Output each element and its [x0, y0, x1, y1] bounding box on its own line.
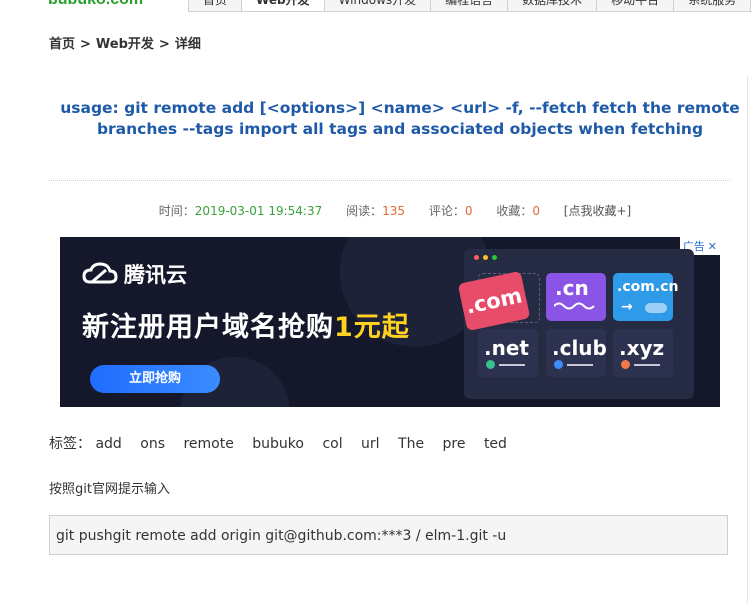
top-bar: bubuko.com 首页 Web开发 Windows开发 编程语言 数据库技术… [0, 0, 752, 12]
tag-link[interactable]: ted [484, 436, 507, 452]
breadcrumb-web-dev[interactable]: Web开发 [96, 37, 154, 52]
site-logo[interactable]: bubuko.com [48, 0, 143, 9]
tags-label: 标签： [49, 436, 91, 452]
tag-list: 标签： add ons remote bubuko col url The pr… [49, 433, 521, 453]
ad-domain-club: .club [546, 329, 607, 377]
ad-headline-text: 新注册用户域名抢购 [82, 312, 334, 343]
breadcrumb-separator: > [80, 37, 91, 52]
arrow-right-icon: → [621, 299, 633, 315]
cloud-logo-icon [82, 262, 118, 284]
breadcrumb-separator: > [158, 37, 170, 52]
tag-link[interactable]: bubuko [252, 436, 304, 452]
breadcrumb-home[interactable]: 首页 [49, 37, 75, 52]
ad-cta-button[interactable]: 立即抢购 [90, 365, 220, 393]
article-title: usage: git remote add [<options>] <name>… [60, 99, 740, 138]
comment-count: 0 [464, 204, 473, 218]
article-meta: 时间：2019-03-01 19:54:37 阅读：135 评论：0 收藏：0 … [0, 202, 752, 219]
tag-link[interactable]: pre [443, 436, 466, 452]
status-dot-icon [621, 360, 630, 369]
status-dot-icon [554, 360, 563, 369]
tag-link[interactable]: remote [183, 436, 233, 452]
tag-link[interactable]: url [361, 436, 380, 452]
breadcrumb: 首页 > Web开发 > 详细 [49, 33, 201, 52]
tag-link[interactable]: The [398, 436, 424, 452]
favorite-label: 收藏： [496, 204, 533, 218]
article-paragraph: 按照git官网提示输入 [49, 482, 170, 497]
breadcrumb-current: 详细 [174, 37, 201, 52]
read-count: 135 [382, 204, 405, 218]
title-divider [49, 180, 730, 181]
ad-domain-club-label: .club [552, 336, 607, 360]
tag-link[interactable]: col [322, 436, 342, 452]
toggle-icon [645, 303, 667, 313]
window-dots-icon [474, 255, 497, 260]
tag-link[interactable]: ons [140, 436, 165, 452]
publish-time: 2019-03-01 19:54:37 [194, 204, 323, 218]
ad-domain-xyz-label: .xyz [619, 336, 665, 360]
read-label: 阅读： [346, 204, 383, 218]
ad-brand-name: 腾讯云 [124, 263, 187, 287]
add-favorite-link[interactable]: [点我收藏+] [564, 204, 631, 218]
ad-domain-comcn: .com.cn → [613, 273, 678, 321]
tag-link[interactable]: add [95, 436, 121, 452]
time-label: 时间： [158, 204, 195, 218]
ad-domain-cn-label: .cn [555, 276, 589, 300]
text-line-icon [634, 364, 660, 366]
ad-brand: 腾讯云 [82, 259, 187, 289]
wave-icon [554, 302, 595, 310]
comment-label: 评论： [428, 204, 465, 218]
favorite-count: 0 [532, 204, 540, 218]
ad-domain-net-label: .net [484, 336, 529, 360]
code-block: git pushgit remote add origin git@github… [49, 515, 728, 555]
text-line-icon [567, 364, 593, 366]
ad-domain-xyz: .xyz [613, 329, 673, 377]
ad-headline-accent: 1元起 [334, 312, 410, 343]
ad-domain-comcn-label: .com.cn [617, 279, 679, 295]
close-icon[interactable]: ✕ [708, 240, 717, 253]
text-line-icon [499, 364, 525, 366]
content-border [747, 76, 748, 603]
ad-domain-cn: .cn [546, 273, 606, 321]
ad-banner[interactable]: 广告 ✕ 腾讯云 新注册用户域名抢购1元起 立即抢购 .com .cn .com… [60, 237, 720, 407]
ad-domain-net: .net [478, 329, 538, 377]
nav-divider [188, 11, 752, 12]
status-dot-icon [486, 360, 495, 369]
ad-headline: 新注册用户域名抢购1元起 [82, 305, 410, 344]
